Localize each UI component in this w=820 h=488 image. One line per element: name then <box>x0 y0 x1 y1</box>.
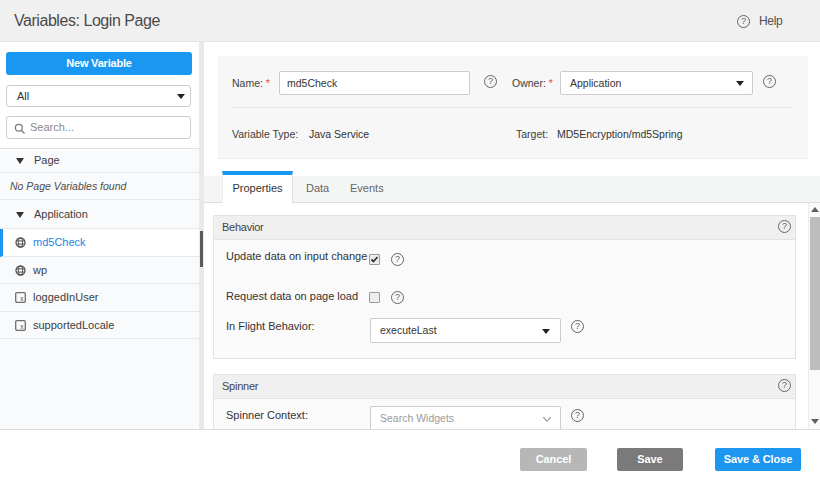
svg-text:x: x <box>20 295 24 302</box>
svg-text:x: x <box>20 323 24 330</box>
